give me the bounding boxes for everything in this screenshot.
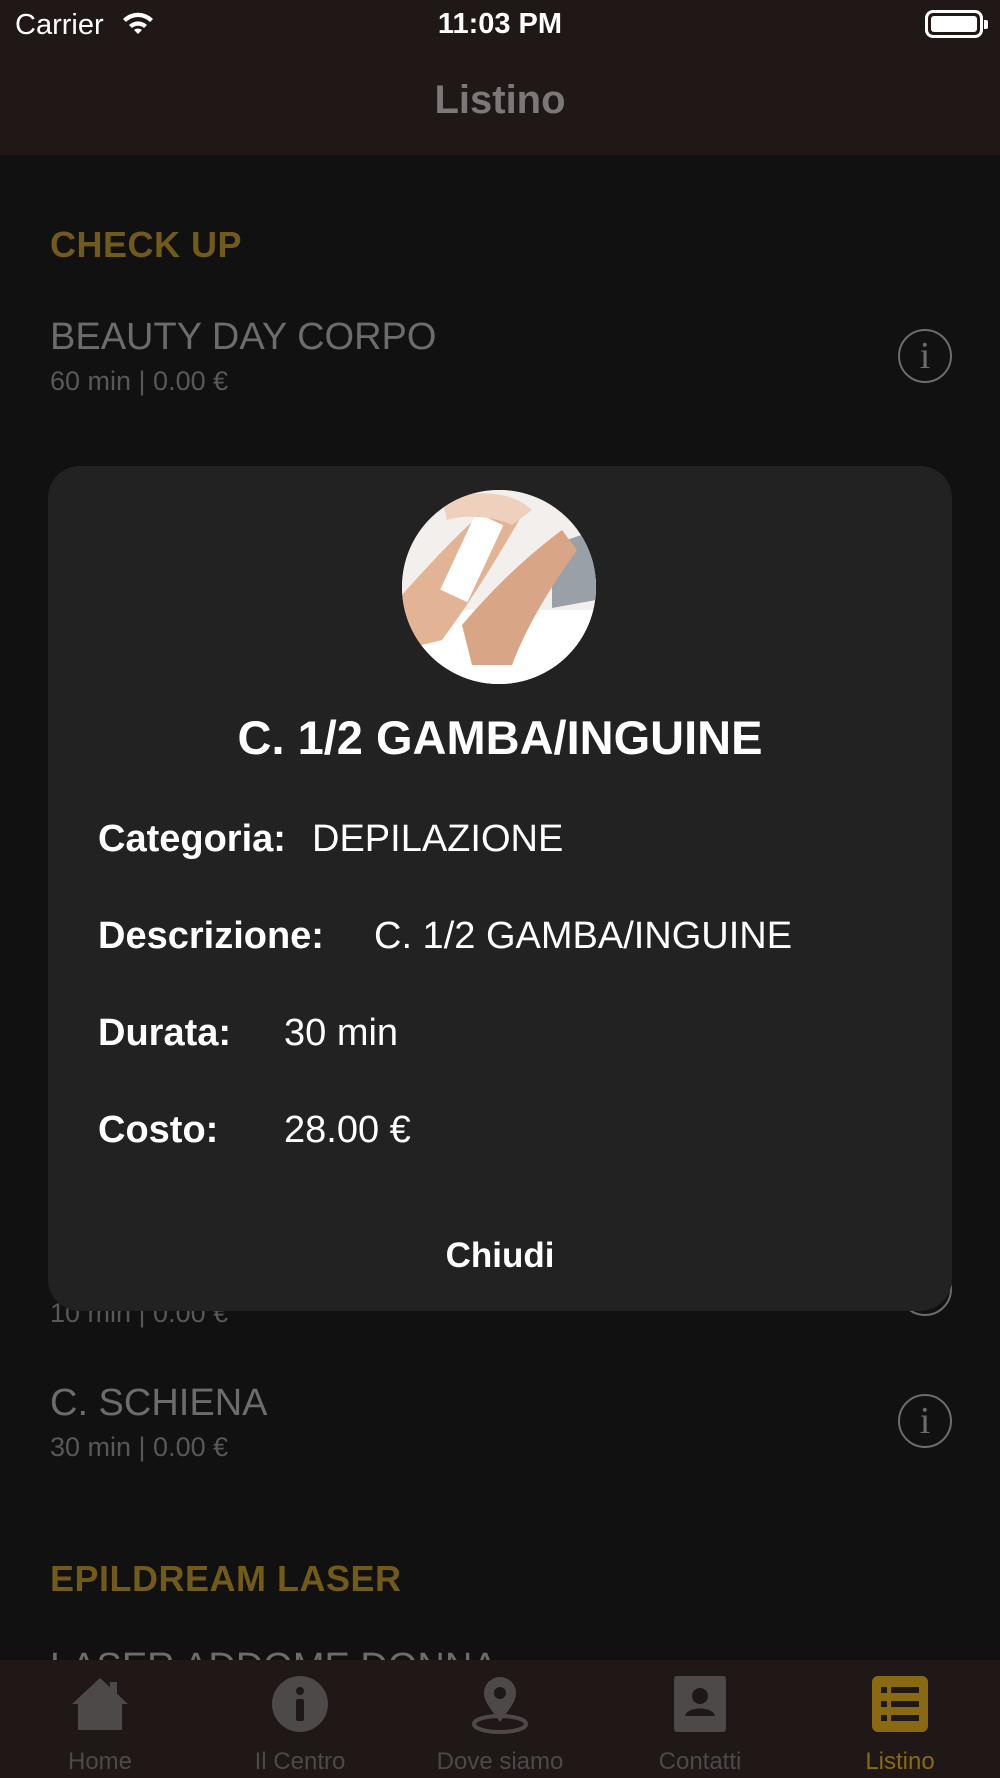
info-icon[interactable]: i [898,1394,952,1448]
duration-value: 30 min [284,1012,399,1054]
section-header-check-up: CHECK UP [50,224,243,265]
clock: 11:03 PM [437,8,563,40]
tab-home[interactable]: Home [0,1660,200,1778]
tab-label: Dove siamo [436,1748,564,1775]
category-label: Categoria: [98,818,286,860]
status-bar: Carrier 11:03 PM [0,0,1000,50]
list-item-detail: 30 min | 0.00 € [50,1432,229,1462]
close-button[interactable]: Chiudi [48,1236,952,1276]
tab-label: Listino [865,1748,935,1775]
battery-icon [925,10,988,38]
modal-title: C. 1/2 GAMBA/INGUINE [237,711,763,764]
info-icon[interactable]: i [898,329,952,383]
cost-value: 28.00 € [284,1109,411,1151]
tab-label: Home [67,1748,133,1775]
description-label: Descrizione: [98,915,324,957]
list-item-name[interactable]: C. SCHIENA [50,1382,267,1425]
tab-label: Contatti [658,1748,742,1775]
category-value: DEPILAZIONE [312,818,564,860]
list-icon [872,1676,928,1732]
page-title: Listino [434,78,566,122]
detail-modal: C. 1/2 GAMBA/INGUINE Categoria: DEPILAZI… [48,466,952,1311]
contact-card-icon [674,1676,726,1732]
tab-contatti[interactable]: Contatti [600,1660,800,1778]
description-value: C. 1/2 GAMBA/INGUINE [374,915,793,957]
tab-il-centro[interactable]: Il Centro [200,1660,400,1778]
tab-dove-siamo[interactable]: Dove siamo [400,1660,600,1778]
tab-label: Il Centro [254,1748,346,1775]
info-icon [272,1676,328,1732]
cost-label: Costo: [98,1109,219,1151]
tab-listino[interactable]: Listino [800,1660,1000,1778]
duration-label: Durata: [98,1012,232,1054]
location-pin-icon [472,1677,528,1734]
home-icon [72,1678,128,1730]
section-header-epildream-laser: EPILDREAM LASER [50,1558,402,1599]
tab-bar: Home Il Centro Dove siamo Contatti Listi… [0,1660,1000,1778]
list-item-name[interactable]: BEAUTY DAY CORPO [50,316,436,359]
top-bar: Carrier 11:03 PM Listino [0,0,1000,155]
treatment-photo [402,490,596,684]
list-item-detail: 60 min | 0.00 € [50,366,229,396]
